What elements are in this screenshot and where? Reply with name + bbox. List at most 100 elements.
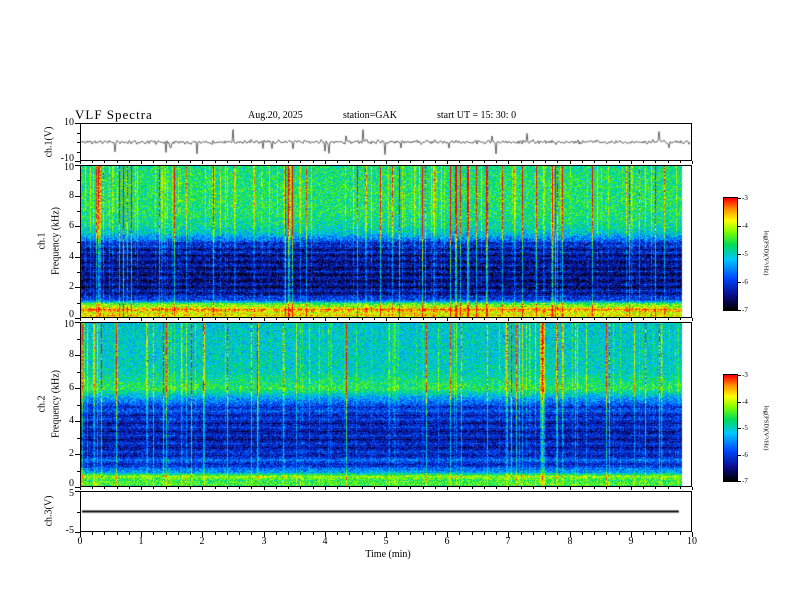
- x-tick: [508, 318, 509, 321]
- x-tick: [129, 532, 130, 535]
- x-tick: [300, 318, 301, 320]
- x-tick: [533, 161, 534, 163]
- colorbar-2: [723, 374, 738, 482]
- x-tick: [447, 161, 448, 164]
- x-tick: [423, 487, 424, 489]
- x-tick: [178, 318, 179, 320]
- y-tick: [75, 161, 80, 162]
- x-tick: [362, 487, 363, 489]
- x-tick: [496, 318, 497, 320]
- x-tick: [386, 318, 387, 321]
- x-tick: [325, 487, 326, 490]
- x-tick: [594, 318, 595, 320]
- x-tick-label: 9: [628, 536, 634, 547]
- x-tick: [459, 161, 460, 163]
- x-tick-label: 7: [505, 536, 511, 547]
- x-tick-label: 5: [383, 536, 389, 547]
- x-tick: [251, 161, 252, 163]
- x-tick: [349, 532, 350, 535]
- colorbar-tick-label: -7: [742, 306, 748, 314]
- ch1-spectrogram-canvas: [81, 166, 691, 317]
- x-tick: [521, 532, 522, 535]
- x-tick: [129, 318, 130, 320]
- x-tick: [447, 318, 448, 321]
- x-tick: [276, 487, 277, 489]
- x-tick: [227, 318, 228, 320]
- x-tick: [202, 487, 203, 490]
- colorbar-tick-label: -6: [742, 278, 748, 286]
- x-tick: [423, 318, 424, 320]
- x-tick: [668, 318, 669, 320]
- x-tick: [545, 532, 546, 535]
- x-tick-label: 6: [444, 536, 450, 547]
- x-tick: [435, 161, 436, 163]
- x-tick: [410, 161, 411, 163]
- x-tick: [190, 532, 191, 535]
- y-minor-tick: [77, 512, 80, 513]
- title-date: Aug.20, 2025: [248, 110, 303, 121]
- x-tick: [557, 318, 558, 320]
- x-tick: [594, 161, 595, 163]
- x-tick: [435, 532, 436, 535]
- x-tick: [264, 487, 265, 490]
- x-tick: [239, 487, 240, 489]
- x-tick: [251, 487, 252, 489]
- colorbar-tick: [738, 254, 741, 255]
- x-tick: [141, 318, 142, 321]
- x-tick: [619, 318, 620, 320]
- x-tick: [398, 532, 399, 535]
- x-tick: [202, 318, 203, 321]
- x-tick: [337, 532, 338, 535]
- ch2-channel-label: ch.2: [36, 395, 48, 413]
- x-tick: [386, 161, 387, 164]
- colorbar-tick-label: -5: [742, 250, 748, 258]
- x-tick: [570, 161, 571, 164]
- colorbar-2-label: log(PSD)(V²/Hz): [762, 405, 770, 451]
- x-tick: [300, 487, 301, 489]
- x-tick: [288, 161, 289, 163]
- x-tick: [313, 318, 314, 320]
- x-tick-label: 10: [687, 536, 697, 547]
- x-tick: [104, 487, 105, 489]
- x-tick: [190, 318, 191, 320]
- y-tick-label: 10: [64, 162, 74, 173]
- ch1-frequency-axis-label: Frequency (kHz): [50, 206, 62, 276]
- x-tick: [362, 318, 363, 320]
- x-tick: [582, 161, 583, 163]
- x-tick: [264, 161, 265, 164]
- x-tick: [80, 161, 81, 164]
- x-tick: [362, 161, 363, 163]
- colorbar-tick-label: -3: [742, 194, 748, 202]
- x-tick: [202, 161, 203, 164]
- y-tick: [75, 454, 80, 455]
- x-tick: [496, 487, 497, 489]
- x-tick-label: 8: [567, 536, 573, 547]
- x-tick: [545, 161, 546, 163]
- x-tick: [215, 318, 216, 320]
- x-tick: [215, 161, 216, 163]
- x-tick: [643, 318, 644, 320]
- x-tick: [655, 161, 656, 163]
- y-tick-label: 6: [69, 220, 74, 231]
- x-tick: [631, 161, 632, 164]
- y-tick-label: 2: [69, 448, 74, 459]
- x-tick: [374, 161, 375, 163]
- x-tick: [619, 161, 620, 163]
- colorbar-tick-label: -4: [742, 398, 748, 406]
- x-tick: [619, 487, 620, 489]
- x-tick: [239, 532, 240, 535]
- x-tick: [668, 161, 669, 163]
- y-tick: [75, 318, 80, 319]
- x-tick: [435, 487, 436, 489]
- x-tick: [129, 161, 130, 163]
- x-tick: [141, 487, 142, 490]
- x-tick: [631, 487, 632, 490]
- x-tick: [594, 532, 595, 535]
- x-tick: [325, 161, 326, 164]
- colorbar-tick-label: -6: [742, 451, 748, 459]
- x-tick: [141, 161, 142, 164]
- y-tick: [75, 355, 80, 356]
- x-tick: [484, 318, 485, 320]
- x-tick: [606, 318, 607, 320]
- x-tick: [153, 161, 154, 163]
